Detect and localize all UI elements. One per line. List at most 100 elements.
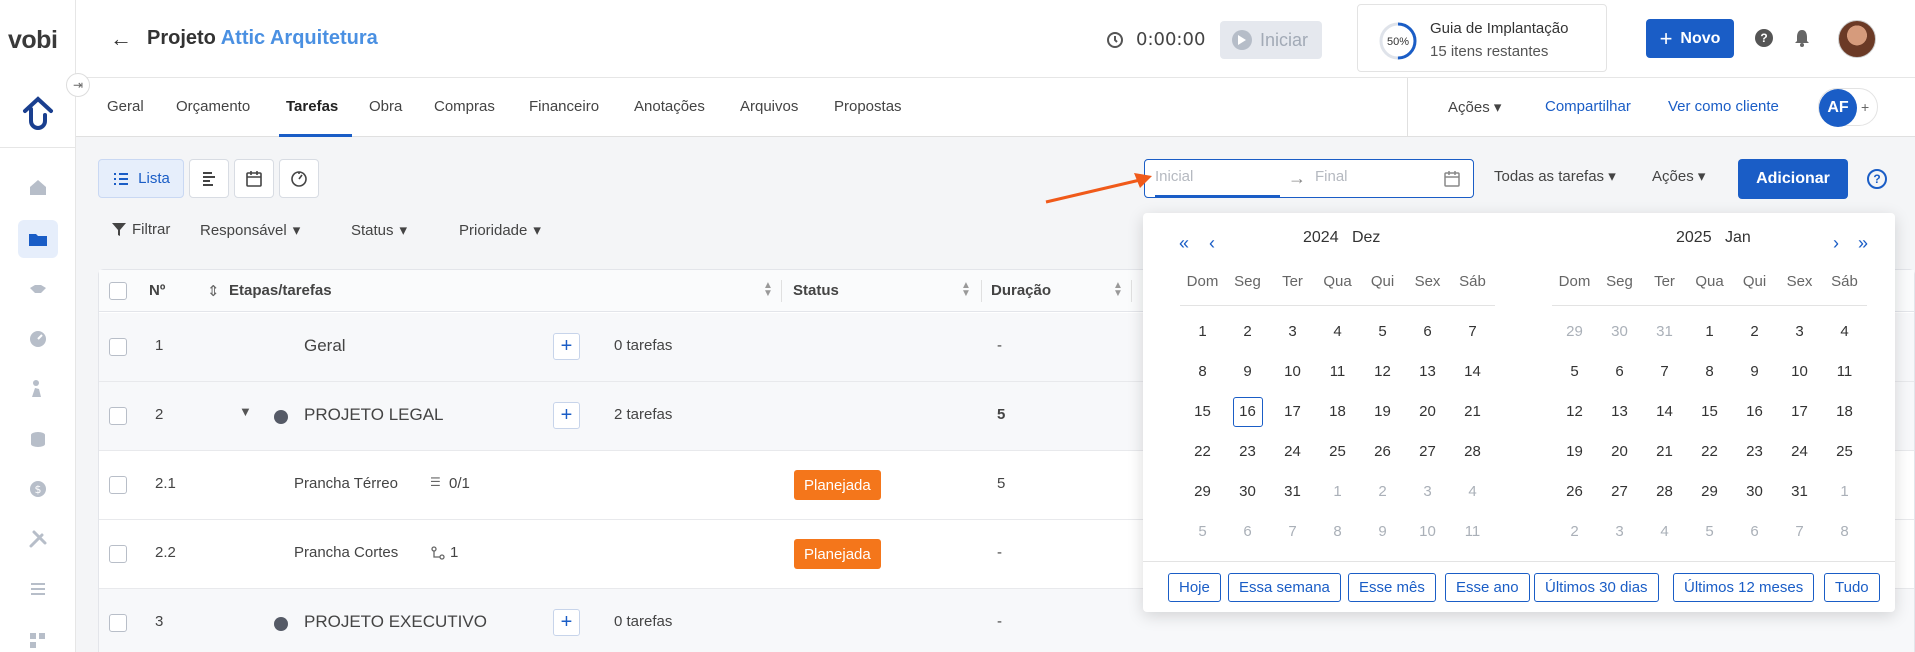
calendar-day[interactable]: 30	[1732, 477, 1777, 507]
calendar-day[interactable]: 13	[1405, 357, 1450, 387]
all-tasks-dropdown[interactable]: Todas as tarefas ▾	[1494, 167, 1616, 185]
calendar-day[interactable]: 3	[1597, 517, 1642, 547]
calendar-day[interactable]: 29	[1180, 477, 1225, 507]
tasks-actions-dropdown[interactable]: Ações ▾	[1652, 167, 1705, 185]
calendar-day[interactable]: 2	[1360, 477, 1405, 507]
view-as-client-link[interactable]: Ver como cliente	[1668, 98, 1779, 115]
notification-bell-icon[interactable]	[1792, 28, 1812, 48]
calendar-day[interactable]: 14	[1642, 397, 1687, 427]
calendar-day[interactable]: 3	[1405, 477, 1450, 507]
row-checkbox[interactable]	[109, 338, 127, 356]
filter-button[interactable]: Filtrar	[112, 221, 170, 238]
calendar-day[interactable]: 12	[1360, 357, 1405, 387]
calendar-day[interactable]: 7	[1450, 317, 1495, 347]
add-task-to-stage-button[interactable]: +	[553, 609, 580, 636]
user-avatar[interactable]	[1838, 20, 1876, 58]
calendar-day[interactable]: 20	[1405, 397, 1450, 427]
calendar-day[interactable]: 4	[1822, 317, 1867, 347]
tab-anotacoes[interactable]: Anotações	[634, 98, 705, 115]
calendar-day[interactable]: 9	[1360, 517, 1405, 547]
calendar-day[interactable]: 17	[1270, 397, 1315, 427]
calendar-day[interactable]: 23	[1225, 437, 1270, 467]
project-name[interactable]: Attic Arquitetura	[221, 27, 378, 49]
new-button[interactable]: + Novo	[1646, 19, 1734, 58]
calendar-day[interactable]: 19	[1360, 397, 1405, 427]
preset-button[interactable]: Hoje	[1168, 573, 1221, 602]
calendar-day[interactable]: 26	[1552, 477, 1597, 507]
view-calendar-button[interactable]	[234, 159, 274, 198]
task-name[interactable]: Prancha Cortes	[294, 544, 398, 561]
calendar-day[interactable]: 15	[1687, 397, 1732, 427]
project-members[interactable]: AF +	[1818, 88, 1878, 127]
calendar-day[interactable]: 24	[1777, 437, 1822, 467]
preset-button[interactable]: Tudo	[1824, 573, 1880, 602]
calendar-day[interactable]: 22	[1687, 437, 1732, 467]
calendar-day[interactable]: 1	[1180, 317, 1225, 347]
preset-button[interactable]: Últimos 12 meses	[1673, 573, 1815, 602]
back-arrow-icon[interactable]: ←	[110, 26, 132, 52]
sidebar-coins-icon[interactable]	[18, 420, 58, 458]
expand-collapse-icon[interactable]: ⇕	[207, 282, 220, 300]
view-dashboard-button[interactable]	[279, 159, 319, 198]
calendar-day[interactable]: 10	[1270, 357, 1315, 387]
tab-financeiro[interactable]: Financeiro	[529, 98, 599, 115]
calendar-day[interactable]: 6	[1225, 517, 1270, 547]
calendar-day-today[interactable]: 16	[1225, 397, 1270, 427]
calendar-day[interactable]: 31	[1270, 477, 1315, 507]
calendar-day[interactable]: 7	[1270, 517, 1315, 547]
calendar-day[interactable]: 10	[1405, 517, 1450, 547]
calendar-day[interactable]: 18	[1822, 397, 1867, 427]
calendar-day[interactable]: 2	[1225, 317, 1270, 347]
next-year-icon[interactable]: »	[1858, 233, 1868, 254]
view-list-button[interactable]: Lista	[98, 159, 184, 198]
calendar-day[interactable]: 9	[1732, 357, 1777, 387]
calendar-day[interactable]: 11	[1450, 517, 1495, 547]
status-badge[interactable]: Planejada	[794, 470, 881, 500]
sidebar-handshake-icon[interactable]	[18, 270, 58, 308]
right-month[interactable]: Jan	[1725, 229, 1751, 246]
sort-tasks-icon[interactable]: ▲ ▼	[763, 281, 773, 299]
prev-year-icon[interactable]: «	[1179, 233, 1189, 254]
preset-button[interactable]: Esse mês	[1348, 573, 1436, 602]
tab-compras[interactable]: Compras	[434, 98, 495, 115]
tab-arquivos[interactable]: Arquivos	[740, 98, 798, 115]
select-all-checkbox[interactable]	[109, 282, 127, 300]
calendar-day[interactable]: 2	[1552, 517, 1597, 547]
sidebar-collapse-icon[interactable]: ⇥	[66, 73, 90, 97]
tab-orcamento[interactable]: Orçamento	[176, 98, 250, 115]
calendar-day[interactable]: 2	[1732, 317, 1777, 347]
calendar-day[interactable]: 21	[1642, 437, 1687, 467]
right-year[interactable]: 2025	[1676, 229, 1712, 246]
preset-button[interactable]: Últimos 30 dias	[1534, 573, 1659, 602]
calendar-day[interactable]: 11	[1315, 357, 1360, 387]
calendar-day[interactable]: 13	[1597, 397, 1642, 427]
calendar-day[interactable]: 4	[1450, 477, 1495, 507]
row-checkbox[interactable]	[109, 407, 127, 425]
sidebar-money-icon[interactable]: $	[18, 470, 58, 508]
calendar-day[interactable]: 4	[1642, 517, 1687, 547]
status-badge[interactable]: Planejada	[794, 539, 881, 569]
sidebar-tools-icon[interactable]	[18, 520, 58, 558]
stage-name[interactable]: Geral	[304, 336, 346, 356]
collapse-caret-icon[interactable]: ▼	[239, 404, 252, 419]
calendar-day[interactable]: 27	[1405, 437, 1450, 467]
header-duration[interactable]: Duração	[991, 282, 1051, 299]
calendar-day[interactable]: 12	[1552, 397, 1597, 427]
preset-button[interactable]: Esse ano	[1445, 573, 1530, 602]
calendar-day[interactable]: 7	[1777, 517, 1822, 547]
calendar-day[interactable]: 16	[1732, 397, 1777, 427]
calendar-day[interactable]: 5	[1552, 357, 1597, 387]
calendar-day[interactable]: 28	[1450, 437, 1495, 467]
sort-status-icon[interactable]: ▲ ▼	[961, 281, 971, 299]
project-actions-dropdown[interactable]: Ações ▾	[1448, 98, 1501, 116]
calendar-day[interactable]: 8	[1687, 357, 1732, 387]
start-date-input[interactable]	[1155, 168, 1265, 185]
calendar-day[interactable]: 23	[1732, 437, 1777, 467]
calendar-day[interactable]: 26	[1360, 437, 1405, 467]
calendar-day[interactable]: 6	[1597, 357, 1642, 387]
calendar-day[interactable]: 1	[1315, 477, 1360, 507]
calendar-day[interactable]: 1	[1822, 477, 1867, 507]
left-year[interactable]: 2024	[1303, 229, 1339, 246]
calendar-day[interactable]: 10	[1777, 357, 1822, 387]
priority-filter-dropdown[interactable]: Prioridade ▾	[459, 221, 541, 240]
